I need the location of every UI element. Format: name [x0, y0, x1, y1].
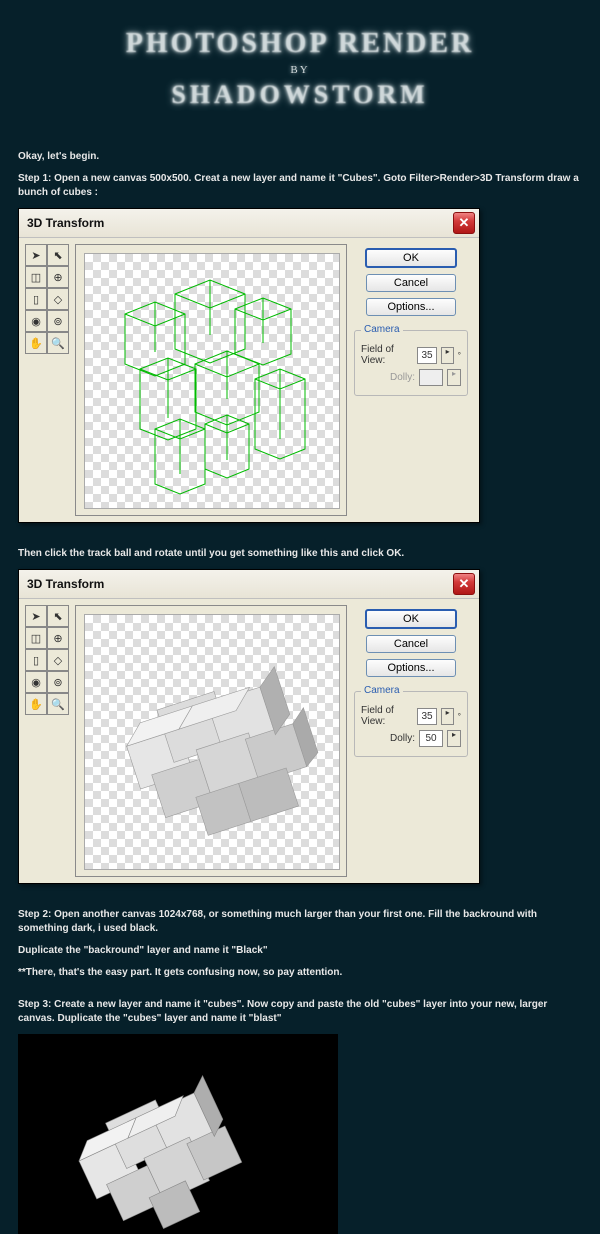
step-2c-text: **There, that's the easy part. It gets c… [18, 966, 582, 980]
zoom-tool-icon[interactable]: 🔍 [47, 693, 69, 715]
trackball-tool-icon[interactable]: ◉ [25, 671, 47, 693]
step-2b-text: Duplicate the "backround" layer and name… [18, 944, 582, 958]
direct-select-icon[interactable]: ⬉ [47, 605, 69, 627]
pan-camera-icon[interactable]: ⊚ [47, 671, 69, 693]
3d-transform-dialog-2: 3D Transform ✕ ➤ ⬉ ◫ ⊕ ▯ ◇ ◉ ⊚ ✋ 🔍 [18, 569, 480, 884]
tool-palette: ➤ ⬉ ◫ ⊕ ▯ ◇ ◉ ⊚ ✋ 🔍 [25, 244, 69, 516]
anchor-tool-icon[interactable]: ◇ [47, 288, 69, 310]
pan-camera-icon[interactable]: ⊚ [47, 310, 69, 332]
dolly-label: Dolly: [390, 733, 415, 744]
intro-text: Okay, let's begin. [18, 150, 582, 164]
dolly-input[interactable]: 50 [419, 730, 443, 747]
fov-spinner-icon[interactable]: ▸ [441, 347, 453, 364]
dolly-spinner-icon[interactable]: ▸ [447, 730, 461, 747]
rendered-preview [84, 614, 340, 870]
fov-spinner-icon[interactable]: ▸ [441, 708, 453, 725]
ok-button[interactable]: OK [365, 609, 457, 629]
direct-select-icon[interactable]: ⬉ [47, 244, 69, 266]
dolly-label: Dolly: [390, 372, 415, 383]
title-by: BY [18, 64, 582, 76]
tutorial-header: PHOTOSHOP RENDER BY SHADOWSTORM [18, 28, 582, 110]
camera-group: Camera Field of View: 35 ▸ ° Dolly: ▸ [354, 330, 468, 396]
options-button[interactable]: Options... [366, 298, 456, 316]
step-2a-text: Step 2: Open another canvas 1024x768, or… [18, 908, 582, 936]
fov-label: Field of View: [361, 344, 413, 366]
sphere-tool-icon[interactable]: ⊕ [47, 266, 69, 288]
hand-tool-icon[interactable]: ✋ [25, 693, 47, 715]
dialog-titlebar: 3D Transform ✕ [19, 570, 479, 599]
pasted-cubes-preview [18, 1034, 338, 1234]
step-1-text: Step 1: Open a new canvas 500x500. Creat… [18, 172, 582, 200]
cylinder-tool-icon[interactable]: ▯ [25, 649, 47, 671]
ok-button[interactable]: OK [365, 248, 457, 268]
camera-legend: Camera [361, 324, 403, 335]
zoom-tool-icon[interactable]: 🔍 [47, 332, 69, 354]
wireframe-preview [84, 253, 340, 509]
cube-tool-icon[interactable]: ◫ [25, 627, 47, 649]
fov-input[interactable]: 35 [417, 708, 438, 725]
mid-text: Then click the track ball and rotate unt… [18, 547, 582, 561]
dialog-canvas [75, 244, 347, 516]
title-line-1: PHOTOSHOP RENDER [18, 28, 582, 60]
dolly-input [419, 369, 443, 386]
dialog-title: 3D Transform [27, 216, 104, 230]
dialog-title: 3D Transform [27, 577, 104, 591]
anchor-tool-icon[interactable]: ◇ [47, 649, 69, 671]
cylinder-tool-icon[interactable]: ▯ [25, 288, 47, 310]
step-3-text: Step 3: Create a new layer and name it "… [18, 998, 582, 1026]
trackball-tool-icon[interactable]: ◉ [25, 310, 47, 332]
options-button[interactable]: Options... [366, 659, 456, 677]
fov-label: Field of View: [361, 705, 413, 727]
arrow-tool-icon[interactable]: ➤ [25, 244, 47, 266]
cancel-button[interactable]: Cancel [366, 274, 456, 292]
close-icon[interactable]: ✕ [453, 573, 475, 595]
dolly-spinner-icon: ▸ [447, 369, 461, 386]
arrow-tool-icon[interactable]: ➤ [25, 605, 47, 627]
title-line-2: SHADOWSTORM [18, 80, 582, 110]
dialog-canvas [75, 605, 347, 877]
fov-input[interactable]: 35 [417, 347, 438, 364]
tool-palette: ➤ ⬉ ◫ ⊕ ▯ ◇ ◉ ⊚ ✋ 🔍 [25, 605, 69, 877]
dialog-titlebar: 3D Transform ✕ [19, 209, 479, 238]
hand-tool-icon[interactable]: ✋ [25, 332, 47, 354]
camera-group: Camera Field of View: 35 ▸ ° Dolly: 50 ▸ [354, 691, 468, 757]
3d-transform-dialog-1: 3D Transform ✕ ➤ ⬉ ◫ ⊕ ▯ ◇ ◉ ⊚ ✋ 🔍 [18, 208, 480, 523]
sphere-tool-icon[interactable]: ⊕ [47, 627, 69, 649]
close-icon[interactable]: ✕ [453, 212, 475, 234]
camera-legend: Camera [361, 685, 403, 696]
cube-tool-icon[interactable]: ◫ [25, 266, 47, 288]
cancel-button[interactable]: Cancel [366, 635, 456, 653]
